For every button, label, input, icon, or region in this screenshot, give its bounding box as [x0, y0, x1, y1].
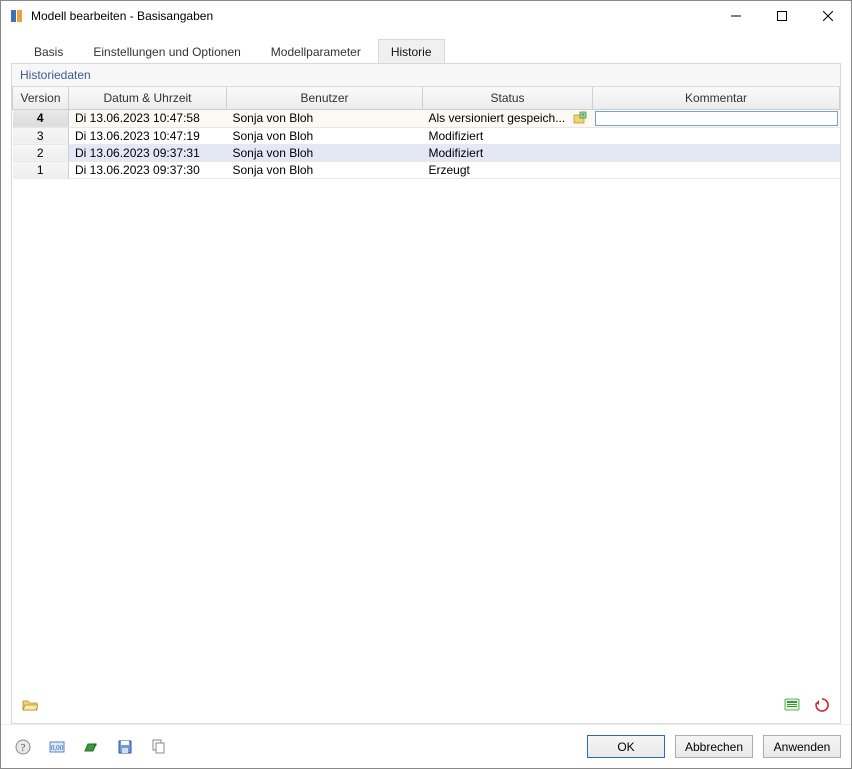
cell-version: 3 — [13, 127, 69, 144]
bottom-tools: ? 0,00 — [11, 735, 171, 759]
cell-status: Modifiziert — [423, 127, 573, 144]
maximize-button[interactable] — [759, 1, 805, 31]
cell-datetime: Di 13.06.2023 10:47:19 — [69, 127, 227, 144]
panel: Historiedaten Version Datum & U — [11, 63, 841, 724]
apply-button[interactable]: Anwenden — [763, 735, 841, 758]
bottom-bar: ? 0,00 OK Abbrechen Anwenden — [1, 724, 851, 768]
ok-button[interactable]: OK — [587, 735, 665, 758]
cell-status: Erzeugt — [423, 161, 573, 178]
saved-version-icon: + — [573, 111, 593, 125]
titlebar: Modell bearbeiten - Basisangaben — [1, 1, 851, 31]
refresh-button[interactable] — [810, 693, 834, 717]
help-button[interactable]: ? — [11, 735, 35, 759]
app-icon — [9, 8, 25, 24]
load-button[interactable] — [79, 735, 103, 759]
copy-button[interactable] — [147, 735, 171, 759]
tab-strip: Basis Einstellungen und Optionen Modellp… — [11, 39, 841, 64]
window-title: Modell bearbeiten - Basisangaben — [31, 9, 713, 23]
minimize-button[interactable] — [713, 1, 759, 31]
col-datetime[interactable]: Datum & Uhrzeit — [69, 87, 227, 109]
cell-user: Sonja von Bloh — [227, 161, 423, 178]
export-button[interactable] — [780, 693, 804, 717]
cell-comment — [593, 127, 840, 144]
comment-input[interactable] — [595, 111, 838, 126]
cell-comment — [593, 144, 840, 161]
cancel-button[interactable]: Abbrechen — [675, 735, 753, 758]
tab-einstellungen[interactable]: Einstellungen und Optionen — [80, 39, 253, 64]
dialog-content: Basis Einstellungen und Optionen Modellp… — [1, 31, 851, 724]
cell-version: 4 — [13, 109, 69, 127]
cell-user: Sonja von Bloh — [227, 144, 423, 161]
dialog-buttons: OK Abbrechen Anwenden — [587, 735, 841, 758]
window-controls — [713, 1, 851, 31]
open-folder-button[interactable] — [18, 693, 42, 717]
svg-text:0,00: 0,00 — [51, 744, 64, 752]
svg-text:?: ? — [21, 742, 26, 754]
cell-status-icon: + — [573, 109, 593, 127]
cell-datetime: Di 13.06.2023 09:37:30 — [69, 161, 227, 178]
cell-status-icon — [573, 127, 593, 144]
panel-footer — [12, 687, 840, 723]
cell-comment[interactable] — [593, 109, 840, 127]
cell-datetime: Di 13.06.2023 09:37:31 — [69, 144, 227, 161]
tab-modellparameter[interactable]: Modellparameter — [258, 39, 374, 64]
cell-version: 2 — [13, 144, 69, 161]
table-header-row: Version Datum & Uhrzeit Benutzer Status … — [13, 87, 840, 109]
dialog-window: Modell bearbeiten - Basisangaben Basis E… — [0, 0, 852, 769]
cell-status: Als versioniert gespeich... — [423, 109, 573, 127]
history-grid[interactable]: Version Datum & Uhrzeit Benutzer Status … — [12, 87, 840, 687]
col-status[interactable]: Status — [423, 87, 593, 109]
panel-title: Historiedaten — [12, 64, 840, 87]
cell-datetime: Di 13.06.2023 10:47:58 — [69, 109, 227, 127]
cell-comment — [593, 161, 840, 178]
table-row[interactable]: 2Di 13.06.2023 09:37:31Sonja von BlohMod… — [13, 144, 840, 161]
cell-version: 1 — [13, 161, 69, 178]
tab-historie[interactable]: Historie — [378, 39, 445, 64]
cell-status-icon — [573, 144, 593, 161]
table-row[interactable]: 1Di 13.06.2023 09:37:30Sonja von BlohErz… — [13, 161, 840, 178]
table-row[interactable]: 4Di 13.06.2023 10:47:58Sonja von BlohAls… — [13, 109, 840, 127]
close-button[interactable] — [805, 1, 851, 31]
cell-status: Modifiziert — [423, 144, 573, 161]
svg-text:+: + — [581, 113, 585, 119]
cell-user: Sonja von Bloh — [227, 127, 423, 144]
table-row[interactable]: 3Di 13.06.2023 10:47:19Sonja von BlohMod… — [13, 127, 840, 144]
col-version[interactable]: Version — [13, 87, 69, 109]
col-comment[interactable]: Kommentar — [593, 87, 840, 109]
cell-status-icon — [573, 161, 593, 178]
units-button[interactable]: 0,00 — [45, 735, 69, 759]
save-button[interactable] — [113, 735, 137, 759]
cell-user: Sonja von Bloh — [227, 109, 423, 127]
tab-basis[interactable]: Basis — [21, 39, 76, 64]
col-user[interactable]: Benutzer — [227, 87, 423, 109]
